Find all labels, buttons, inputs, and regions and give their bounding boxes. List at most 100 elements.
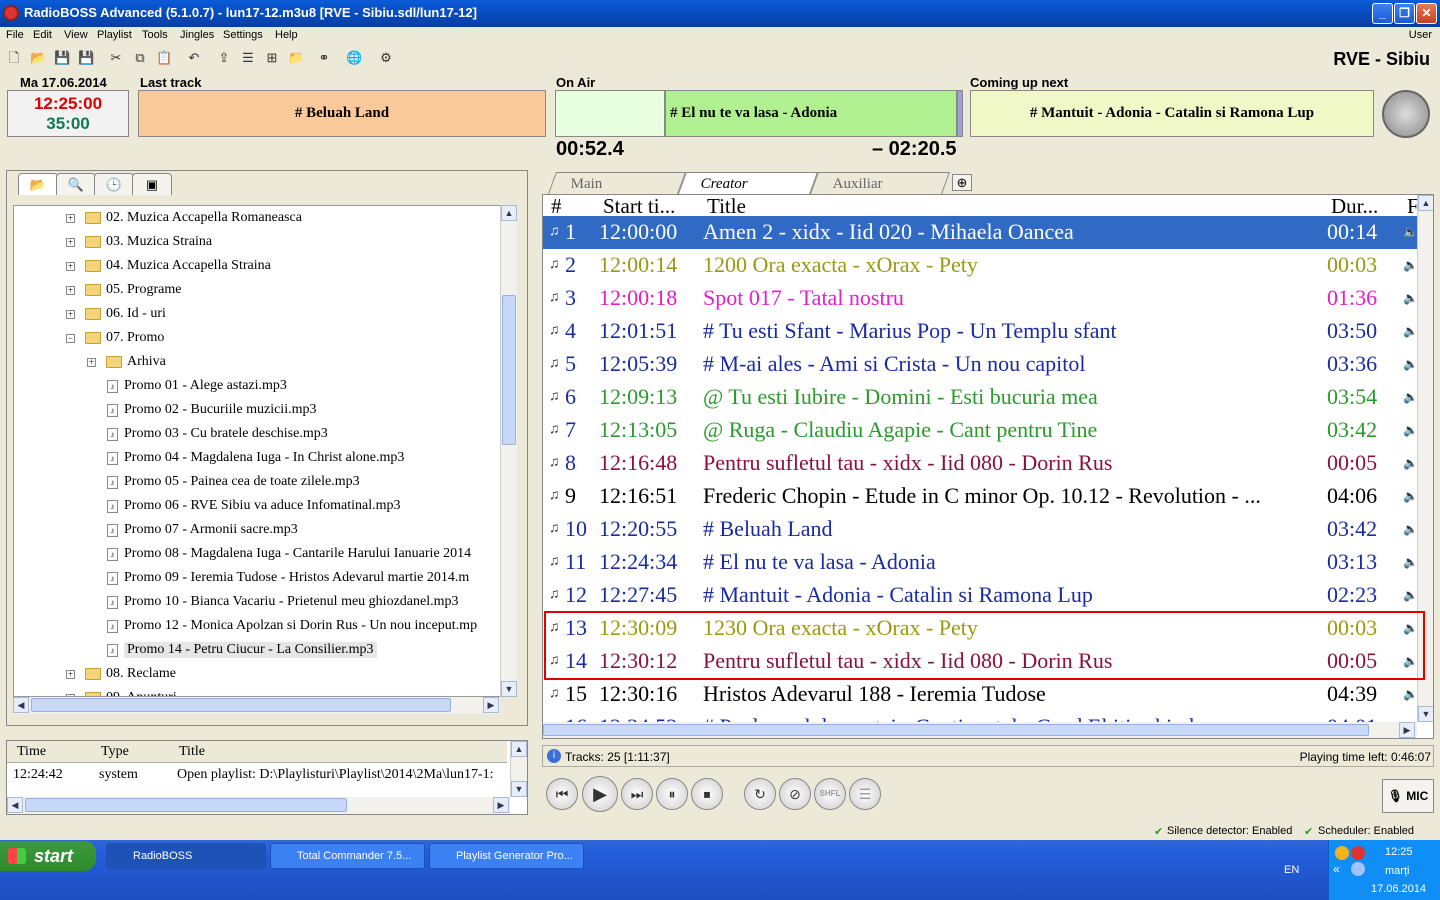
minimize-button[interactable]: _ [1372, 3, 1393, 24]
tab-main[interactable]: Main [547, 172, 687, 194]
playlist-icon[interactable]: ☰ [849, 778, 881, 810]
tree-folder[interactable]: +08. Reclame [66, 662, 176, 686]
menu-help[interactable]: Help [275, 29, 298, 41]
play-icon[interactable]: ▶ [582, 776, 618, 812]
language-indicator[interactable]: EN [1284, 864, 1299, 876]
insert-track-icon[interactable]: ⇪ [216, 50, 232, 66]
playlist-row[interactable]: ♫ 11 12:24:34 # El nu te va lasa - Adonia 03… [543, 546, 1419, 579]
previous-icon[interactable]: ⏮ [546, 778, 578, 810]
tree-vscroll[interactable]: ▲ ▼ [500, 205, 517, 697]
menu-edit[interactable]: Edit [33, 29, 52, 41]
close-button[interactable]: ✕ [1416, 3, 1437, 24]
tab-creator[interactable]: Creator [677, 172, 819, 194]
tree-folder[interactable]: +06. Id - uri [66, 302, 166, 326]
log-col-title[interactable]: Title [179, 744, 205, 760]
tree-folder[interactable]: − 07. Promo [66, 326, 164, 350]
playlist-row[interactable]: ♫ 12 12:27:45 # Mantuit - Adonia - Catalin … [543, 579, 1419, 612]
save-as-icon[interactable]: 💾 [78, 50, 94, 66]
next-icon[interactable]: ⏭ [621, 778, 653, 810]
insert-multi-icon[interactable]: ⊞ [264, 50, 280, 66]
headphones-icon[interactable] [1382, 90, 1430, 138]
playlist-row[interactable]: ♫ 8 12:16:48 Pentru sufletul tau - xidx - I… [543, 447, 1419, 480]
tree-file[interactable]: ♪ Promo 05 - Painea cea de toate zilele.m… [107, 470, 360, 494]
tray-network-icon[interactable] [1351, 862, 1365, 876]
scroll-right-icon[interactable]: ▶ [483, 697, 499, 713]
tab-search[interactable]: 🔍 [56, 173, 96, 195]
scroll-down-icon[interactable]: ▼ [501, 681, 517, 697]
playlist-row[interactable]: ♫ 3 12:00:18 Spot 017 - Tatal nostru 01:36 🔈 [543, 282, 1419, 315]
tree-file[interactable]: ♪ Promo 01 - Alege astazi.mp3 [107, 374, 287, 398]
tab-history[interactable]: 🕒 [94, 173, 134, 195]
log-col-time[interactable]: Time [17, 744, 46, 760]
tray-arrow-icon[interactable]: « [1333, 862, 1340, 876]
link-icon[interactable]: ⚭ [316, 50, 332, 66]
tray-radioboss-icon[interactable] [1351, 846, 1365, 860]
tree-hscroll-thumb[interactable] [31, 698, 451, 712]
tab-cart[interactable]: ▣ [132, 173, 172, 195]
tree-folder[interactable]: +05. Programe [66, 278, 181, 302]
menu-file[interactable]: File [6, 29, 24, 41]
scroll-up-icon[interactable]: ▲ [1418, 195, 1433, 211]
new-icon[interactable]: 🗋 [6, 50, 22, 66]
tab-auxiliar[interactable]: Auxiliar [809, 172, 951, 194]
scroll-left-icon[interactable]: ◀ [13, 697, 29, 713]
tree-file[interactable]: ♪ Promo 08 - Magdalena Iuga - Cantarile H… [107, 542, 471, 566]
save-icon[interactable]: 💾 [54, 50, 70, 66]
pause-icon[interactable]: ⏸ [656, 778, 688, 810]
playlist-row[interactable]: ♫ 15 12:30:16 Hristos Adevarul 188 - Ieremi… [543, 678, 1419, 711]
cut-icon[interactable]: ✂ [108, 50, 124, 66]
playlist-row[interactable]: ♫ 2 12:00:14 1200 Ora exacta - xOrax - Pety… [543, 249, 1419, 282]
tree-vscroll-thumb[interactable] [502, 295, 516, 445]
log-hscroll[interactable]: ◀ ▶ [7, 797, 510, 814]
playlist-row[interactable]: ♫ 6 12:09:13 @ Tu esti Iubire - Domini - Es… [543, 381, 1419, 414]
tray-app-icon[interactable] [1335, 846, 1349, 860]
log-vscroll[interactable]: ▲ ▼ [510, 741, 527, 797]
playlist-row[interactable]: ♫ 7 12:13:05 @ Ruga - Claudiu Agapie - Cant… [543, 414, 1419, 447]
playlist-hscroll[interactable]: ▶ [543, 722, 1417, 738]
tree-folder[interactable]: + Arhiva [87, 350, 166, 374]
scroll-up-icon[interactable]: ▲ [501, 205, 517, 221]
start-button[interactable]: start [0, 841, 96, 871]
scroll-right-icon[interactable]: ▶ [1399, 722, 1415, 738]
expand-toggle-icon[interactable]: − [66, 333, 75, 343]
task-radioboss[interactable]: RadioBOSS [106, 843, 266, 869]
expand-toggle-icon[interactable]: + [87, 357, 96, 367]
playlist-row[interactable]: ♫ 1 12:00:00 Amen 2 - xidx - Iid 020 - Miha… [543, 216, 1419, 249]
tree-file[interactable]: ♪ Promo 04 - Magdalena Iuga - In Christ a… [107, 446, 404, 470]
log-row[interactable]: 12:24:42 system Open playlist: D:\Playli… [7, 767, 507, 787]
open-folder-icon[interactable]: 📂 [30, 50, 46, 66]
settings-gear-icon[interactable]: ⚙ [378, 50, 394, 66]
playlist-row[interactable]: ♫ 9 12:16:51 Frederic Chopin - Etude in C m… [543, 480, 1419, 513]
scroll-left-icon[interactable]: ◀ [7, 797, 23, 813]
disable-icon[interactable]: ⊘ [779, 778, 811, 810]
tree-folder[interactable]: +03. Muzica Straina [66, 230, 212, 254]
playlist-hscroll-thumb[interactable] [543, 724, 1369, 736]
playlist-row[interactable]: ♫ 4 12:01:51 # Tu esti Sfant - Marius Pop -… [543, 315, 1419, 348]
task-total-commander[interactable]: Total Commander 7.5... [270, 843, 425, 869]
tree-file[interactable]: ♪ Promo 10 - Bianca Vacariu - Prietenul m… [107, 590, 459, 614]
tree-file[interactable]: ♪ Promo 09 - Ieremia Tudose - Hristos Ade… [107, 566, 469, 590]
tree-folder[interactable]: +09. Anunturi [66, 686, 177, 696]
tree-file[interactable]: ♪ Promo 06 - RVE Sibiu va aduce Infomatin… [107, 494, 401, 518]
playlist-row[interactable]: ♫ 10 12:20:55 # Beluah Land 03:42 🔈 [543, 513, 1419, 546]
log-hscroll-thumb[interactable] [25, 798, 347, 812]
copy-icon[interactable]: ⧉ [132, 50, 148, 66]
scroll-down-icon[interactable]: ▼ [1418, 706, 1433, 722]
menu-settings[interactable]: Settings [223, 29, 263, 41]
log-col-type[interactable]: Type [101, 744, 129, 760]
tree-file[interactable]: ♪ Promo 12 - Monica Apolzan si Dorin Rus … [107, 614, 477, 638]
maximize-button[interactable]: ❐ [1394, 3, 1415, 24]
task-playlist-generator[interactable]: Playlist Generator Pro... [429, 843, 584, 869]
shuffle-button[interactable]: SHFL [814, 778, 846, 810]
insert-list-icon[interactable]: ☰ [240, 50, 256, 66]
tab-folders[interactable]: 📂 [18, 173, 58, 195]
expand-toggle-icon[interactable]: + [66, 237, 75, 247]
expand-toggle-icon[interactable]: + [66, 309, 75, 319]
paste-icon[interactable]: 📋 [156, 50, 172, 66]
menu-jingles[interactable]: Jingles [180, 29, 214, 41]
expand-toggle-icon[interactable]: + [66, 213, 75, 223]
tree-file[interactable]: ♪ Promo 07 - Armonii sacre.mp3 [107, 518, 298, 542]
tree-hscroll[interactable]: ◀ ▶ [13, 697, 500, 714]
tree-file[interactable]: ♪ Promo 03 - Cu bratele deschise.mp3 [107, 422, 328, 446]
tree-file[interactable]: ♪ Promo 14 - Petru Ciucur - La Consilier.… [107, 638, 377, 662]
